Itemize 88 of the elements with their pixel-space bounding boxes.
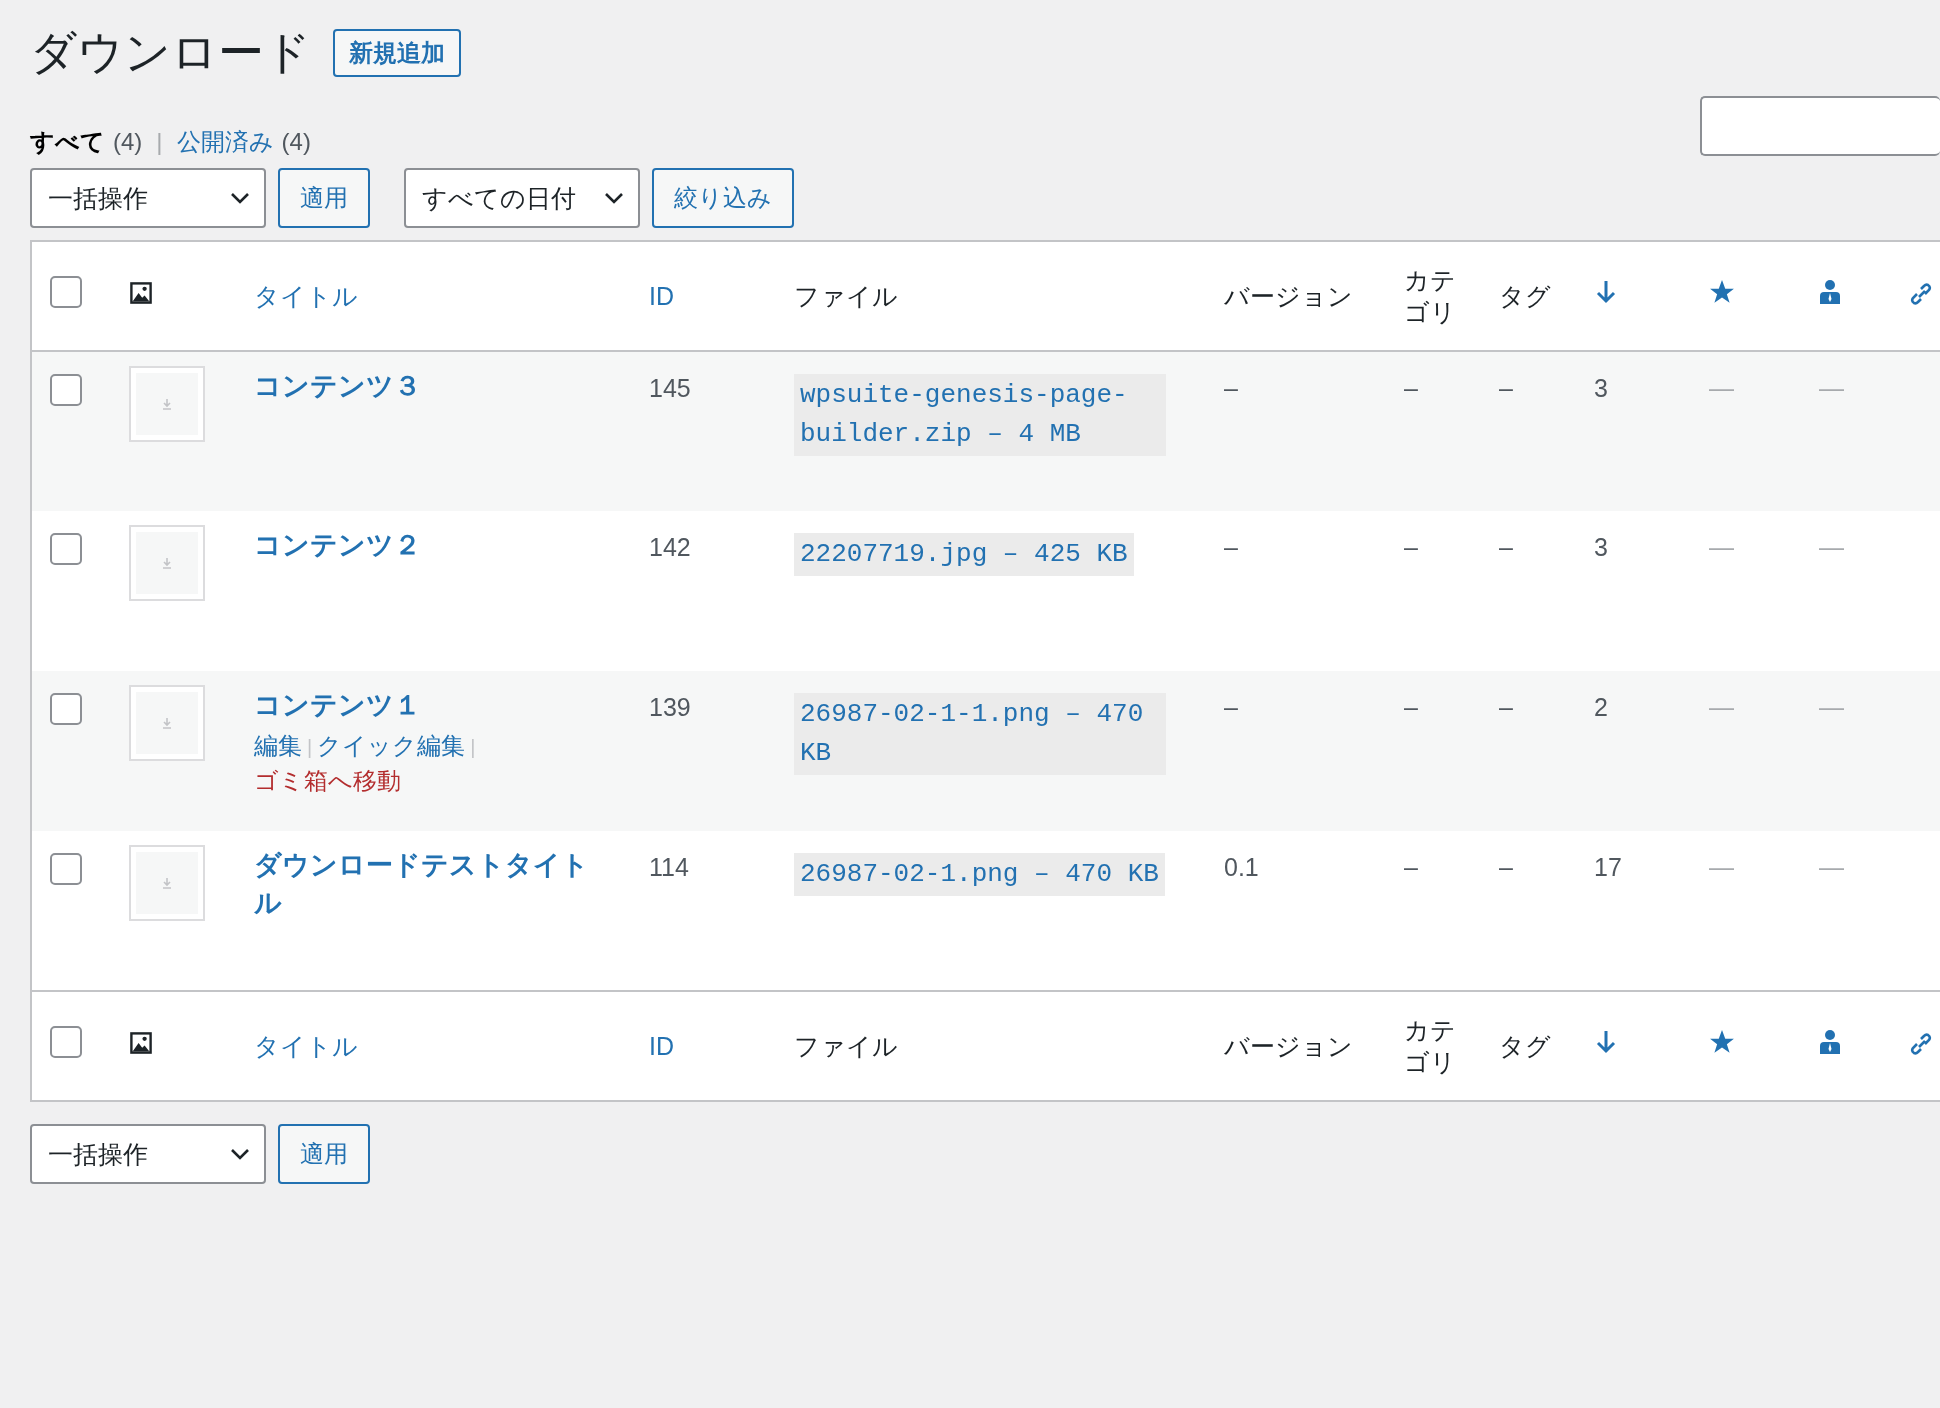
title-link[interactable]: コンテンツ１ (254, 687, 621, 725)
column-header: タグ (1499, 1031, 1551, 1060)
id-text: 145 (649, 374, 691, 402)
row-checkbox[interactable] (50, 374, 82, 406)
tag-text: – (1499, 533, 1513, 561)
empty-value: — (1709, 853, 1734, 881)
chevron-down-icon (230, 1148, 250, 1160)
title-link[interactable]: コンテンツ３ (254, 368, 621, 406)
search-field[interactable] (1700, 96, 1940, 156)
tag-text: – (1499, 693, 1513, 721)
category-text: – (1404, 853, 1418, 881)
date-filter-select[interactable]: すべての日付 (404, 168, 640, 228)
version-text: 0.1 (1224, 853, 1259, 881)
column-header: カテゴリ (1404, 265, 1456, 326)
download-count: 3 (1594, 533, 1608, 561)
filter-button[interactable]: 絞り込み (652, 168, 794, 228)
category-text: – (1404, 693, 1418, 721)
view-count: (4) (281, 128, 311, 156)
view-filter-link[interactable]: 公開済み (176, 126, 274, 158)
column-header: バージョン (1224, 281, 1353, 310)
column-header: ファイル (794, 1031, 898, 1060)
bulk-actions-select[interactable]: 一括操作 (30, 168, 266, 228)
title-link[interactable]: コンテンツ２ (254, 527, 621, 565)
image-icon (129, 1030, 153, 1055)
empty-value: — (1709, 374, 1734, 402)
download-icon (161, 717, 173, 729)
view-filter-link[interactable]: すべて (30, 126, 105, 158)
file-link[interactable]: 22207719.jpg – 425 KB (794, 533, 1134, 576)
file-link[interactable]: wpsuite-genesis-page-builder.zip – 4 MB (794, 374, 1166, 456)
select-all-checkbox[interactable] (50, 276, 82, 309)
tag-text: – (1499, 853, 1513, 881)
column-header: タグ (1499, 281, 1551, 310)
apply-button[interactable]: 適用 (278, 168, 370, 228)
down-arrow-icon[interactable] (1594, 1029, 1618, 1056)
category-text: – (1404, 533, 1418, 561)
download-icon (161, 557, 173, 569)
row-checkbox[interactable] (50, 693, 82, 725)
row-action-link[interactable]: 編集 (254, 731, 302, 759)
view-count: (4) (113, 128, 143, 156)
download-icon (161, 398, 173, 410)
row-action-link[interactable]: クイック編集 (317, 731, 466, 759)
file-link[interactable]: 26987-02-1-1.png – 470 KB (794, 693, 1166, 775)
download-count: 17 (1594, 853, 1622, 881)
column-header[interactable]: ID (649, 281, 674, 310)
id-text: 139 (649, 693, 691, 721)
column-header: バージョン (1224, 1031, 1353, 1060)
version-text: – (1224, 693, 1238, 721)
column-header[interactable]: タイトル (254, 281, 358, 310)
empty-value: — (1819, 853, 1844, 881)
add-new-button[interactable]: 新規追加 (333, 29, 461, 77)
link-icon[interactable] (1909, 282, 1933, 305)
title-link[interactable]: ダウンロードテストタイトル (254, 847, 621, 923)
tag-text: – (1499, 374, 1513, 402)
action-separator: | (307, 735, 313, 758)
id-text: 114 (649, 853, 689, 881)
select-all-checkbox[interactable] (50, 1026, 82, 1059)
column-header: カテゴリ (1404, 1015, 1456, 1076)
download-count: 2 (1594, 693, 1608, 721)
bulk-actions-select[interactable]: 一括操作 (30, 1124, 266, 1184)
trash-link[interactable]: ゴミ箱へ移動 (254, 766, 401, 794)
version-text: – (1224, 374, 1238, 402)
user-icon[interactable] (1819, 279, 1841, 306)
category-text: – (1404, 374, 1418, 402)
download-icon (161, 877, 173, 889)
column-header[interactable]: タイトル (254, 1031, 358, 1060)
view-separator: | (156, 128, 163, 156)
column-header: ファイル (794, 281, 898, 310)
download-count: 3 (1594, 374, 1608, 402)
id-text: 142 (649, 533, 691, 561)
empty-value: — (1819, 693, 1844, 721)
version-text: – (1224, 533, 1238, 561)
row-checkbox[interactable] (50, 853, 82, 885)
chevron-down-icon (230, 192, 250, 204)
page-title: ダウンロード (30, 25, 311, 80)
down-arrow-icon[interactable] (1594, 279, 1618, 306)
empty-value: — (1709, 533, 1734, 561)
image-icon (129, 280, 153, 305)
chevron-down-icon (604, 192, 624, 204)
link-icon[interactable] (1909, 1032, 1933, 1055)
column-header[interactable]: ID (649, 1031, 674, 1060)
user-icon[interactable] (1819, 1029, 1841, 1056)
apply-button[interactable]: 適用 (278, 1124, 370, 1184)
action-separator: | (470, 735, 476, 758)
empty-value: — (1819, 533, 1844, 561)
empty-value: — (1819, 374, 1844, 402)
row-checkbox[interactable] (50, 533, 82, 565)
empty-value: — (1709, 693, 1734, 721)
file-link[interactable]: 26987-02-1.png – 470 KB (794, 853, 1165, 896)
